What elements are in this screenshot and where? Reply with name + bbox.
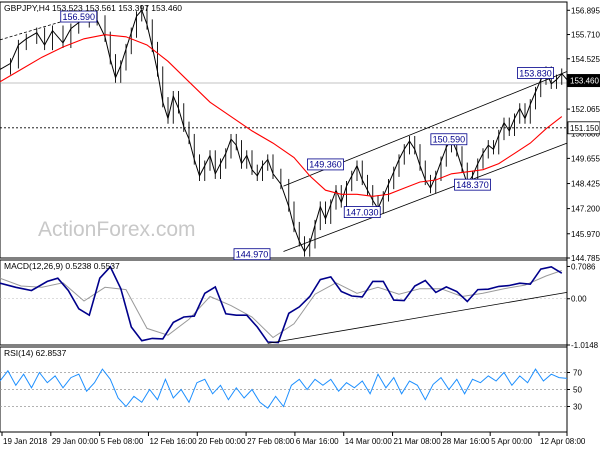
macd-header: MACD(12,26,9) 0.5238 0.5537	[4, 261, 120, 271]
x-tick-label: 14 Mar 00:00	[345, 437, 393, 446]
x-tick-label: 20 Feb 00:00	[198, 437, 246, 446]
rsi-tick-label: 30	[573, 403, 582, 412]
x-tick-label: 5 Feb 08:00	[101, 437, 144, 446]
price-label: 144.970	[236, 250, 269, 260]
forex-chart: ActionForex.com 156.590 149.360 147.030 150.…	[0, 0, 600, 450]
macd-tick-label: 0.00	[571, 295, 587, 304]
watermark: ActionForex.com	[38, 218, 196, 241]
price-tick-label: 147.200	[571, 205, 600, 214]
price-tick-label: 149.655	[571, 154, 600, 163]
price-label: 153.830	[519, 68, 552, 78]
price-tick-label: 155.710	[571, 31, 600, 40]
price-label: 147.030	[346, 207, 379, 217]
x-tick-label: 12 Feb 16:00	[149, 437, 197, 446]
chart-root: ActionForex.com 156.590 149.360 147.030 150.…	[0, 0, 600, 450]
macd-tick-label: -1.0148	[571, 341, 599, 350]
x-tick-label: 6 Mar 16:00	[296, 437, 339, 446]
x-tick-label: 21 Mar 08:00	[394, 437, 442, 446]
x-tick-label: 29 Jan 00:00	[52, 437, 99, 446]
rsi-header: RSI(14) 62.8537	[4, 348, 67, 358]
price-header: GBPJPY,H4 153.523 153.561 153.397 153.46…	[4, 3, 182, 13]
hline-axis-label: 151.150	[570, 124, 599, 133]
price-tick-label: 154.525	[571, 55, 600, 64]
price-tick-label: 145.970	[571, 230, 600, 239]
x-tick-label: 27 Feb 08:00	[247, 437, 295, 446]
rsi-tick-label: 50	[573, 386, 582, 395]
price-label: 149.360	[309, 160, 342, 170]
price-tick-label: 156.895	[571, 6, 600, 15]
x-tick-label: 19 Jan 2018	[3, 437, 48, 446]
x-tick-label: 5 Apr 00:00	[491, 437, 532, 446]
price-tick-label: 148.425	[571, 180, 600, 189]
price-label: 156.590	[62, 12, 95, 22]
price-tick-label: 152.065	[571, 105, 600, 114]
macd-tick-label: 0.7086	[571, 262, 596, 271]
x-tick-label: 28 Mar 16:00	[442, 437, 490, 446]
x-tick-label: 12 Apr 08:00	[540, 437, 586, 446]
rsi-tick-label: 70	[573, 369, 582, 378]
price-label: 150.590	[433, 135, 466, 145]
current-price-label: 153.460	[570, 77, 599, 86]
price-label: 148.370	[456, 180, 489, 190]
